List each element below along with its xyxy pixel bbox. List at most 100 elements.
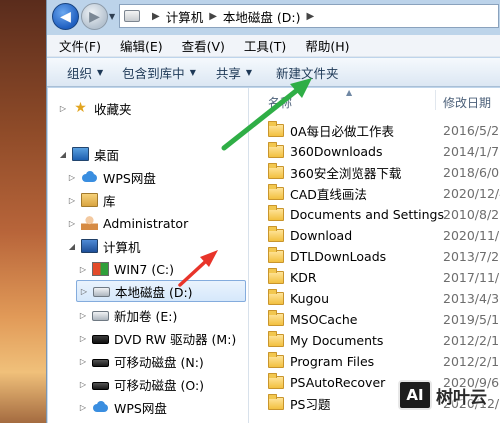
chevron-down-icon: ▼ xyxy=(109,12,116,21)
breadcrumb-drive-d[interactable]: 本地磁盘 (D:) xyxy=(223,7,301,26)
expand-arrow-icon[interactable]: ▷ xyxy=(78,403,88,412)
command-bar: 组织 ▼ 包含到库中 ▼ 共享 ▼ 新建文件夹 xyxy=(47,58,500,87)
tree-item-label: 计算机 xyxy=(103,239,141,255)
file-row[interactable]: 360Downloads 2014/1/7 xyxy=(250,141,500,162)
file-name: Documents and Settings xyxy=(290,207,445,222)
folder-icon xyxy=(268,247,284,263)
file-row[interactable]: Program Files 2012/2/16 xyxy=(250,351,500,372)
expand-arrow-icon[interactable]: ▷ xyxy=(78,357,88,366)
user-folder-icon xyxy=(81,216,98,230)
file-row[interactable]: Documents and Settings 2010/8/2 xyxy=(250,204,500,225)
folder-icon xyxy=(268,394,284,410)
column-header-name[interactable]: 名称 xyxy=(268,94,292,111)
folder-icon xyxy=(268,289,284,305)
menu-help[interactable]: 帮助(H) xyxy=(305,36,349,55)
tree-item-drive-c[interactable]: ▷ WIN7 (C:) xyxy=(78,258,174,280)
file-row[interactable]: MSOCache 2019/5/16 xyxy=(250,309,500,330)
tree-item-wps-cloud-2[interactable]: ▷ WPS网盘 xyxy=(78,396,167,418)
tree-item-drive-e[interactable]: ▷ 新加卷 (E:) xyxy=(78,304,177,326)
menu-view[interactable]: 查看(V) xyxy=(182,36,225,55)
forward-button[interactable]: ▶ xyxy=(81,3,108,30)
menu-tools[interactable]: 工具(T) xyxy=(244,36,286,55)
drive-icon xyxy=(93,287,110,297)
expand-arrow-icon[interactable]: ▷ xyxy=(67,196,77,205)
breadcrumb-computer[interactable]: 计算机 xyxy=(166,7,204,26)
tree-item-computer[interactable]: ◢ 计算机 xyxy=(67,235,141,257)
breadcrumb-separator-icon[interactable]: ▶ xyxy=(307,11,315,22)
tree-item-dvd-m[interactable]: ▷ DVD RW 驱动器 (M:) xyxy=(78,327,236,349)
file-row[interactable]: DTLDownLoads 2013/7/25 xyxy=(250,246,500,267)
cloud-icon xyxy=(81,170,98,184)
file-row[interactable]: Kugou 2013/4/30 xyxy=(250,288,500,309)
column-header-row: 名称 ▲ 修改日期 xyxy=(250,88,500,114)
tree-item-label: 本地磁盘 (D:) xyxy=(115,284,193,300)
file-row[interactable]: My Documents 2012/2/16 xyxy=(250,330,500,351)
folder-icon xyxy=(268,184,284,200)
navigation-pane: ▷ ★ 收藏夹 ◢ 桌面 ▷ WPS网盘 ▷ 库 ▷ Administrator… xyxy=(48,88,249,423)
tree-item-drive-d[interactable]: ▷ 本地磁盘 (D:) xyxy=(76,280,246,302)
tree-item-label: 可移动磁盘 (O:) xyxy=(114,377,205,393)
tree-item-label: DVD RW 驱动器 (M:) xyxy=(114,331,237,347)
expand-arrow-icon[interactable]: ▷ xyxy=(78,265,88,274)
tree-item-wps-cloud[interactable]: ▷ WPS网盘 xyxy=(67,166,156,188)
collapse-arrow-icon[interactable]: ◢ xyxy=(58,150,68,159)
expand-arrow-icon[interactable]: ▷ xyxy=(79,287,89,296)
file-row[interactable]: Download 2020/11/9 xyxy=(250,225,500,246)
chevron-down-icon: ▼ xyxy=(189,67,196,77)
tree-item-libraries[interactable]: ▷ 库 xyxy=(67,189,116,211)
organize-button[interactable]: 组织 ▼ xyxy=(67,63,103,82)
file-name: 360安全浏览器下载 xyxy=(290,166,402,181)
expand-arrow-icon[interactable]: ▷ xyxy=(58,104,68,113)
file-name: CAD直线画法 xyxy=(290,187,367,202)
column-divider[interactable] xyxy=(435,90,436,110)
back-button[interactable]: ◀ xyxy=(52,3,79,30)
address-bar[interactable]: ▶ 计算机 ▶ 本地磁盘 (D:) ▶ xyxy=(119,4,499,28)
recent-pages-dropdown[interactable]: ▼ xyxy=(109,12,115,21)
collapse-arrow-icon[interactable]: ◢ xyxy=(67,242,77,251)
expand-arrow-icon[interactable]: ▷ xyxy=(78,334,88,343)
file-name: 0A每日必做工作表 xyxy=(290,124,395,139)
column-header-date[interactable]: 修改日期 xyxy=(443,94,491,111)
menu-edit[interactable]: 编辑(E) xyxy=(120,36,163,55)
tree-item-removable-n[interactable]: ▷ 可移动磁盘 (N:) xyxy=(78,350,204,372)
tree-item-label: 新加卷 (E:) xyxy=(114,308,178,324)
new-folder-label: 新建文件夹 xyxy=(276,65,339,81)
expand-arrow-icon[interactable]: ▷ xyxy=(67,173,77,182)
explorer-window: ◀ ▶ ▼ ▶ 计算机 ▶ 本地磁盘 (D:) ▶ 文件(F) 编辑(E) 查看… xyxy=(46,0,500,423)
folder-icon xyxy=(268,163,284,179)
folder-icon xyxy=(268,268,284,284)
file-row[interactable]: 360安全浏览器下载 2018/6/0 xyxy=(250,162,500,183)
menu-file[interactable]: 文件(F) xyxy=(59,36,101,55)
file-date: 2018/6/0 xyxy=(443,165,500,180)
breadcrumb-separator-icon[interactable]: ▶ xyxy=(209,11,217,22)
file-date: 2014/1/7 xyxy=(443,144,500,159)
expand-arrow-icon[interactable]: ▷ xyxy=(78,311,88,320)
share-button[interactable]: 共享 ▼ xyxy=(216,63,252,82)
computer-icon xyxy=(81,239,98,253)
file-row[interactable]: CAD直线画法 2020/12/4 xyxy=(250,183,500,204)
chevron-down-icon: ▼ xyxy=(97,67,104,77)
expand-arrow-icon[interactable]: ▷ xyxy=(78,380,88,389)
tree-item-favorites[interactable]: ▷ ★ 收藏夹 xyxy=(58,97,132,119)
file-row[interactable]: KDR 2017/11/1 xyxy=(250,267,500,288)
tree-item-label: WPS网盘 xyxy=(114,400,167,416)
forward-arrow-icon: ▶ xyxy=(89,8,100,25)
breadcrumb-separator-icon[interactable]: ▶ xyxy=(152,11,160,22)
favorites-star-icon: ★ xyxy=(74,100,87,116)
tree-item-removable-o[interactable]: ▷ 可移动磁盘 (O:) xyxy=(78,373,204,395)
folder-icon xyxy=(268,142,284,158)
folder-icon xyxy=(268,121,284,137)
file-date: 2020/12/4 xyxy=(443,186,500,201)
include-in-library-button[interactable]: 包含到库中 ▼ xyxy=(122,63,196,82)
tree-item-desktop[interactable]: ◢ 桌面 xyxy=(58,143,119,165)
folder-icon xyxy=(268,331,284,347)
new-folder-button[interactable]: 新建文件夹 xyxy=(276,63,339,82)
tree-item-label: 可移动磁盘 (N:) xyxy=(114,354,204,370)
file-row[interactable]: 0A每日必做工作表 2016/5/21 xyxy=(250,120,500,141)
sort-ascending-icon: ▲ xyxy=(346,88,353,97)
tree-item-label: Administrator xyxy=(103,215,189,231)
folder-icon xyxy=(268,310,284,326)
expand-arrow-icon[interactable]: ▷ xyxy=(67,219,77,228)
tree-item-label: 收藏夹 xyxy=(94,101,132,117)
tree-item-administrator[interactable]: ▷ Administrator xyxy=(67,212,188,234)
